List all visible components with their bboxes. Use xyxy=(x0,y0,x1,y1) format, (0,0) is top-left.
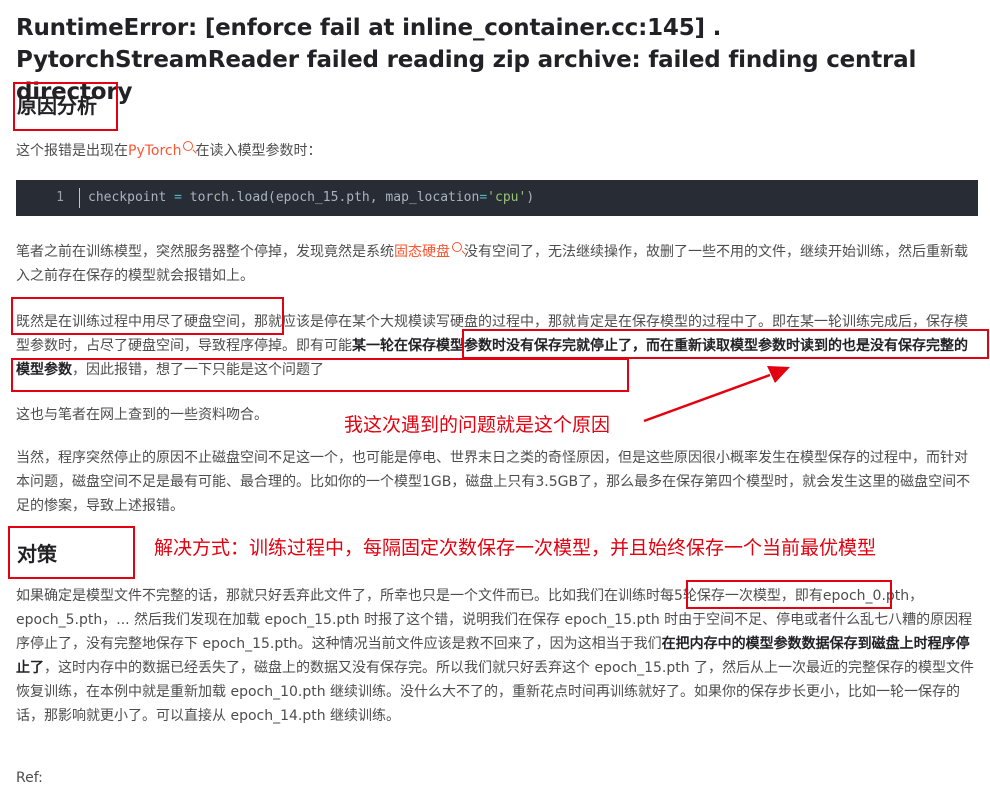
annotation-box-disk-exhausted xyxy=(11,297,284,335)
ref-label: Ref: xyxy=(16,770,43,786)
paragraph-background: 笔者之前在训练模型，突然服务器整个停掉，发现竟然是系统固态硬盘 没有空间了，无法继… xyxy=(16,240,978,288)
pytorch-link[interactable]: PyTorch xyxy=(128,143,181,159)
annotation-box-key-sentence-1 xyxy=(462,329,989,359)
annotation-arrow-head xyxy=(767,366,790,383)
annotation-cause-note: 我这次遇到的问题就是这个原因 xyxy=(344,414,611,436)
code-gutter-divider xyxy=(79,188,80,208)
code-token: = xyxy=(174,190,182,205)
annotation-box-save-interval xyxy=(686,580,892,609)
annotation-arrow xyxy=(643,366,790,423)
intro-paragraph: 这个报错是出现在PyTorch 在读入模型参数时： xyxy=(16,139,978,163)
code-block: 1 checkpoint = torch.load(epoch_15.pth, … xyxy=(16,180,978,216)
para1-before: 笔者之前在训练模型，突然服务器整个停掉，发现竟然是系统 xyxy=(16,244,394,260)
code-token: = xyxy=(479,190,488,205)
intro-before: 这个报错是出现在 xyxy=(16,143,128,159)
ssd-link[interactable]: 固态硬盘 xyxy=(394,244,450,260)
code-token: ) xyxy=(526,190,535,205)
annotation-box-solution-heading xyxy=(8,526,135,579)
para5-part2: ，这时内存中的数据已经丢失了，磁盘上的数据又没有保存完。所以我们就只好丢弃这个 … xyxy=(16,660,975,724)
page-title: RuntimeError: [enforce fail at inline_co… xyxy=(16,15,917,105)
code-line: checkpoint = torch.load(epoch_15.pth, ma… xyxy=(88,180,534,216)
annotation-box-key-sentence-2 xyxy=(11,358,629,392)
annotation-box-cause-heading xyxy=(13,82,118,131)
paragraph-other-causes: 当然，程序突然停止的原因不止磁盘空间不足这一个，也可能是停电、世界末日之类的奇怪… xyxy=(16,450,971,514)
annotation-arrow-line xyxy=(643,373,771,423)
annotation-solution-note: 解决方式：训练过程中，每隔固定次数保存一次模型，并且始终保存一个当前最优模型 xyxy=(154,537,877,559)
search-icon[interactable] xyxy=(452,242,462,252)
code-token: torch.load(epoch_15.pth, map_location xyxy=(181,190,480,205)
code-string: 'cpu' xyxy=(487,190,527,205)
code-token: checkpoint xyxy=(88,190,175,205)
search-icon[interactable] xyxy=(183,141,194,151)
intro-after: 在读入模型参数时： xyxy=(195,143,322,159)
code-line-number: 1 xyxy=(56,190,64,205)
